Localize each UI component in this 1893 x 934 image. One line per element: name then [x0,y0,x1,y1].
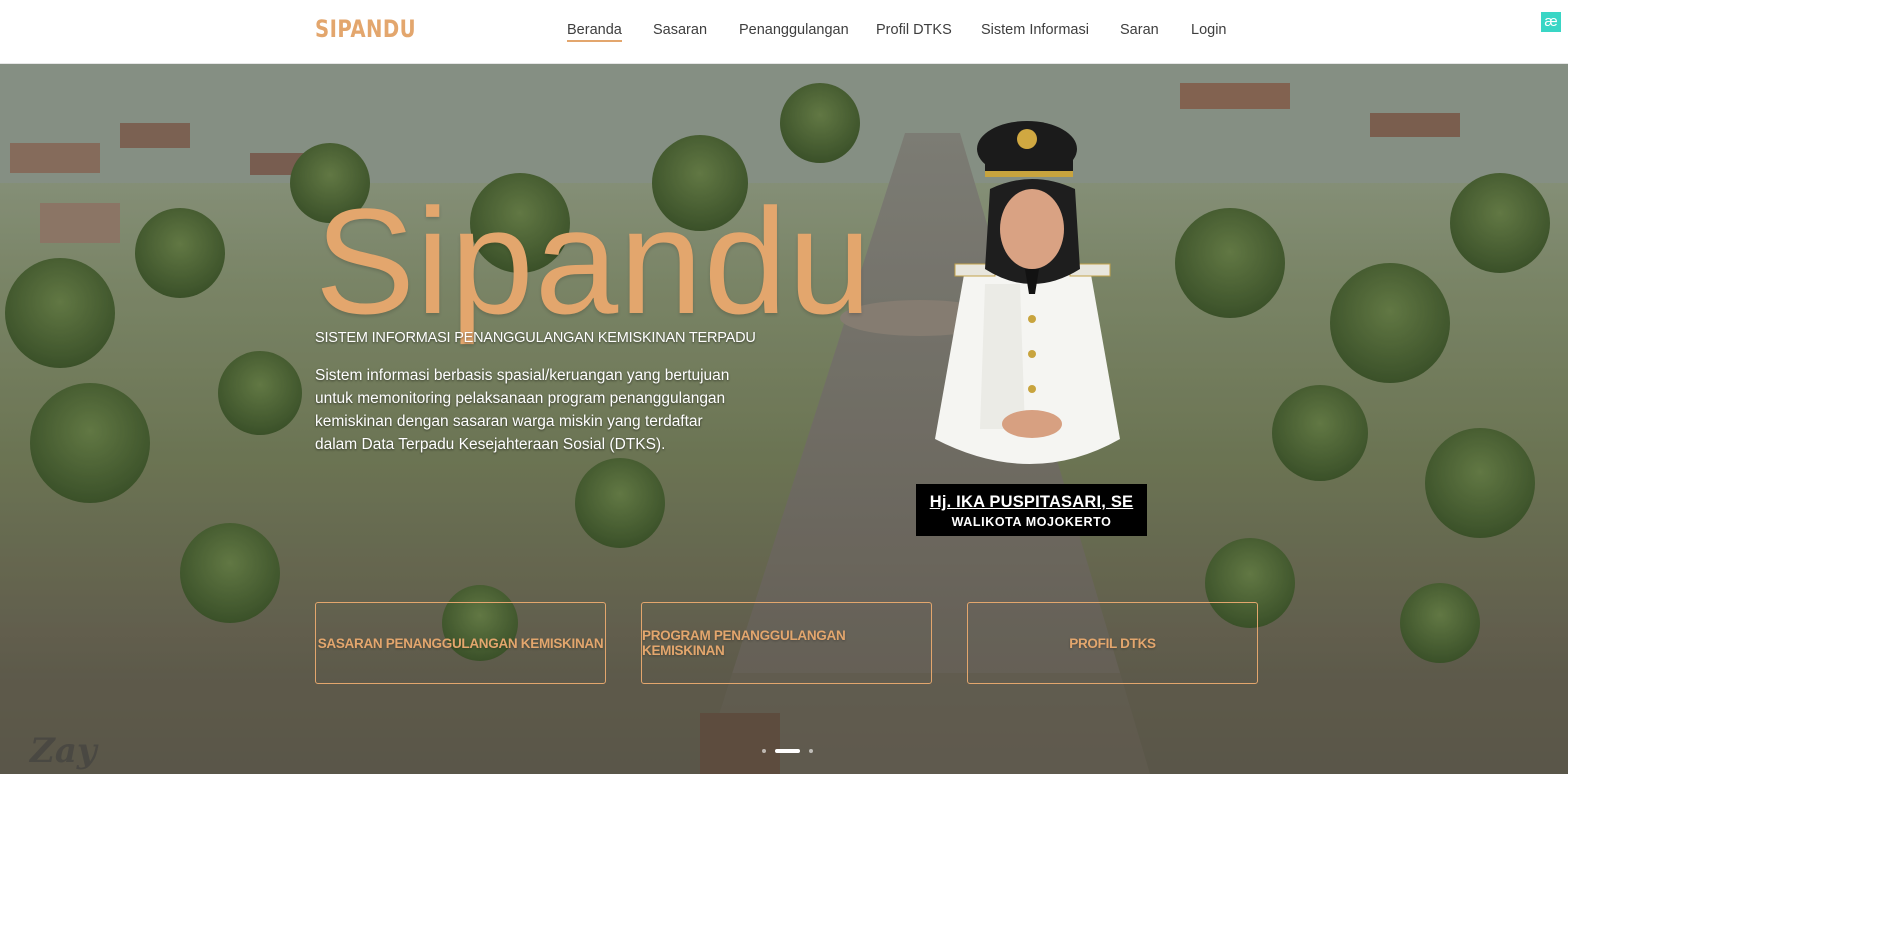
nav-item-sistem-informasi[interactable]: Sistem Informasi [981,22,1089,38]
video-watermark: Zay [30,731,97,771]
hero-title: Sipandu [315,177,873,345]
hero-description: Sistem informasi berbasis spasial/keruan… [315,367,730,453]
sasaran-button-label: SASARAN PENANGGULANGAN KEMISKINAN [317,635,604,651]
slider-dot-1[interactable] [762,749,766,753]
profil-dtks-button-label: PROFIL DTKS [1069,635,1156,651]
hero-section: Sipandu SISTEM INFORMASI PENANGGULANGAN … [0,63,1568,774]
extension-icon[interactable]: æ [1541,12,1561,32]
slider-dot-3[interactable] [809,749,813,753]
nav-item-profil-dtks[interactable]: Profil DTKS [876,22,952,38]
top-navbar: SIPANDU Beranda Sasaran Penanggulangan P… [0,0,1568,64]
nav-item-sasaran[interactable]: Sasaran [653,22,707,38]
official-caption: Hj. IKA PUSPITASARI, SE WALIKOTA MOJOKER… [916,484,1147,536]
program-button[interactable]: PROGRAM PENANGGULANGAN KEMISKINAN [641,602,932,684]
official-role: WALIKOTA MOJOKERTO [951,515,1112,529]
site-logo[interactable]: SIPANDU [315,15,416,43]
nav-item-penanggulangan[interactable]: Penanggulangan [739,22,849,38]
slider-dot-2[interactable] [775,749,800,753]
hero-subtitle: SISTEM INFORMASI PENANGGULANGAN KEMISKIN… [315,330,756,346]
nav-item-beranda[interactable]: Beranda [567,22,622,42]
sasaran-button[interactable]: SASARAN PENANGGULANGAN KEMISKINAN [315,602,606,684]
nav-item-saran[interactable]: Saran [1120,22,1159,38]
profil-dtks-button[interactable]: PROFIL DTKS [967,602,1258,684]
official-name: Hj. IKA PUSPITASARI, SE [929,493,1134,511]
official-portrait-image [935,121,1120,464]
nav-item-login[interactable]: Login [1191,22,1226,38]
program-button-label: PROGRAM PENANGGULANGAN KEMISKINAN [642,628,846,658]
